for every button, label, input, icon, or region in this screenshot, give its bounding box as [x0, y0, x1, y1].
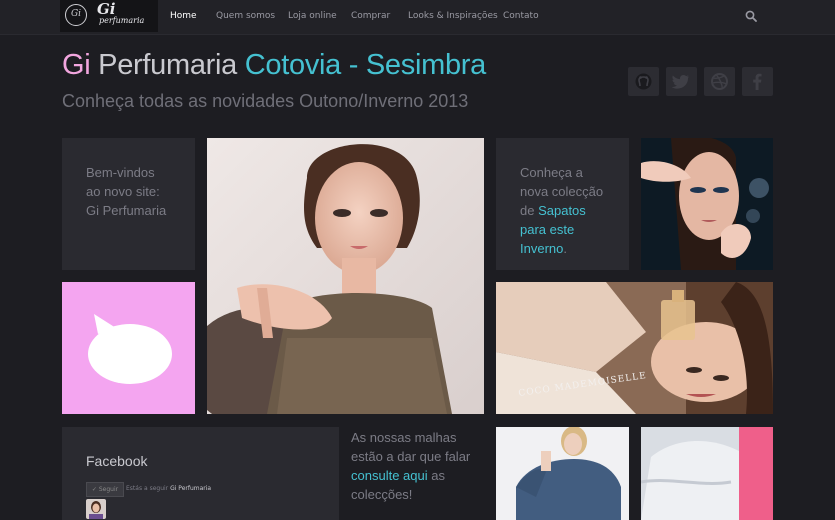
- shoes-line-5[interactable]: Inverno: [520, 241, 563, 256]
- knitwear-link[interactable]: consulte aqui: [351, 468, 428, 483]
- nav-item-contato[interactable]: Contato: [503, 11, 539, 21]
- nav-item-looks-inspiracoes[interactable]: Looks & Inspirações: [408, 11, 498, 21]
- social-github-button[interactable]: [628, 67, 659, 96]
- perfume-ad-image[interactable]: COCO MADEMOISELLE: [496, 282, 773, 414]
- fashion-detail-image[interactable]: [641, 427, 773, 520]
- logo-subtext: perfumaria: [99, 16, 145, 25]
- page-subtitle: Conheça todas as novidades Outono/Invern…: [62, 91, 469, 111]
- makeup-model-image[interactable]: [641, 138, 773, 270]
- logo-mark: Gi: [65, 4, 87, 26]
- shoes-link[interactable]: Sapatos: [538, 203, 586, 218]
- featured-model-image[interactable]: [207, 138, 484, 414]
- twitter-icon: [672, 74, 689, 89]
- page-title: Gi Perfumaria Cotovia - Sesimbra: [62, 49, 486, 82]
- welcome-line-3: Gi Perfumaria: [86, 203, 167, 218]
- facebook-page-name[interactable]: Gi Perfumaria: [170, 485, 211, 492]
- title-location: Cotovia - Sesimbra: [244, 49, 486, 81]
- shoes-line-1: Conheça a: [520, 165, 583, 180]
- welcome-tile: Bem-vindos ao novo site: Gi Perfumaria: [62, 138, 195, 270]
- shoes-collection-tile[interactable]: Conheça a nova colecção de Sapatos para …: [496, 138, 629, 270]
- facebook-follow-pre: Estás a seguir: [126, 485, 169, 492]
- shoes-line-4[interactable]: para este: [520, 220, 603, 239]
- knitwear-model-image[interactable]: [496, 427, 629, 520]
- knitwear-post: as: [427, 468, 445, 483]
- chat-tile[interactable]: [62, 282, 195, 414]
- nav-item-comprar[interactable]: Comprar: [351, 11, 390, 21]
- logo-text: Gi: [97, 0, 116, 18]
- knitwear-line-2: estão a dar que falar: [351, 449, 471, 464]
- nav-item-quem-somos[interactable]: Quem somos: [216, 11, 275, 21]
- facebook-follow-text: Estás a seguir Gi Perfumaria: [126, 485, 211, 492]
- title-gi: Gi: [62, 49, 91, 81]
- welcome-line-2: ao novo site:: [86, 184, 160, 199]
- knitwear-text: As nossas malhas estão a dar que falar c…: [351, 428, 486, 504]
- shoes-line-2: nova colecção: [520, 184, 604, 199]
- facebook-avatar[interactable]: [86, 499, 106, 519]
- site-logo[interactable]: Gi Gi perfumaria: [60, 0, 158, 32]
- title-perfumaria: Perfumaria: [98, 49, 238, 81]
- welcome-line-1: Bem-vindos: [86, 165, 155, 180]
- nav-item-loja-online[interactable]: Loja online: [288, 11, 337, 21]
- search-icon[interactable]: [745, 10, 757, 22]
- github-icon: [635, 73, 652, 90]
- top-navbar: Gi Gi perfumaria Home Quem somos Loja on…: [0, 0, 835, 35]
- facebook-title: Facebook: [86, 453, 148, 469]
- shoes-line-5-post: .: [563, 241, 567, 256]
- speech-bubble-icon: [88, 314, 172, 384]
- social-twitter-button[interactable]: [666, 67, 697, 96]
- knitwear-line-1: As nossas malhas: [351, 430, 457, 445]
- dribbble-icon: [711, 73, 728, 90]
- social-dribbble-button[interactable]: [704, 67, 735, 96]
- nav-item-home[interactable]: Home: [170, 11, 197, 21]
- shoes-line-3-pre: de: [520, 203, 539, 218]
- knitwear-line-4: colecções!: [351, 487, 413, 502]
- facebook-follow-button[interactable]: ✓ Seguir: [86, 482, 124, 497]
- facebook-icon: [753, 73, 762, 90]
- social-facebook-button[interactable]: [742, 67, 773, 96]
